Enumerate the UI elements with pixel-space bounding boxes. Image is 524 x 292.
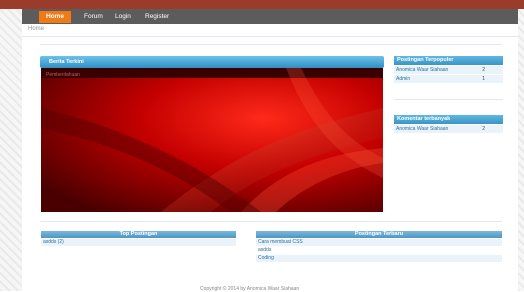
author-name: Anomica Waar Siahaan <box>396 67 449 73</box>
list-item[interactable]: Anomica Waar Siahaan 2 <box>394 66 503 74</box>
post-count: 2 <box>482 67 485 73</box>
list-item[interactable]: asdds (2) <box>41 239 236 246</box>
comment-count: 2 <box>482 126 485 132</box>
popular-posts-title: Postingan Terpopuler <box>394 56 503 65</box>
author-name: Admin <box>396 76 411 82</box>
list-item[interactable]: Anomica Waar Siahaan 2 <box>394 125 503 133</box>
hero-banner: Pemberitahuan <box>41 68 383 212</box>
breadcrumb[interactable]: Home <box>28 26 44 32</box>
page-container: Home Forum Login Register Home Berita Te… <box>22 9 518 292</box>
hero-red-graphic <box>41 68 383 212</box>
post-count: 1 <box>482 76 485 82</box>
footer-copyright: Copyright © 2014 by Anomica Waar Siahaan <box>200 286 300 292</box>
hero-title-bar: Berita Terkini <box>40 56 384 68</box>
nav-home-link[interactable]: Home <box>39 10 71 23</box>
breadcrumb-divider <box>22 36 518 37</box>
hero-title: Berita Terkini <box>49 59 84 65</box>
browser-top-strip <box>0 0 524 9</box>
list-item[interactable]: asdds <box>256 247 502 254</box>
nav-login-link[interactable]: Login <box>115 12 131 22</box>
content-divider <box>40 44 502 45</box>
nav-forum-link[interactable]: Forum <box>84 12 103 22</box>
top-nav: Home Forum Login Register <box>22 9 518 24</box>
list-item[interactable]: Cara membuat CSS <box>256 239 502 246</box>
list-item[interactable]: Coding <box>256 255 502 262</box>
hero-caption: Pemberitahuan <box>46 72 80 78</box>
author-name: Anomica Waar Siahaan <box>396 126 449 132</box>
latest-posts-title: Postingan Terbaru <box>256 231 502 238</box>
top-posts-title: Top Postingan <box>41 231 236 238</box>
list-item[interactable]: Admin 1 <box>394 75 503 83</box>
nav-register-link[interactable]: Register <box>145 12 169 22</box>
bottom-divider <box>40 221 502 222</box>
most-comments-title: Komentar terbanyak <box>394 115 503 124</box>
sidebar-divider <box>394 99 503 100</box>
